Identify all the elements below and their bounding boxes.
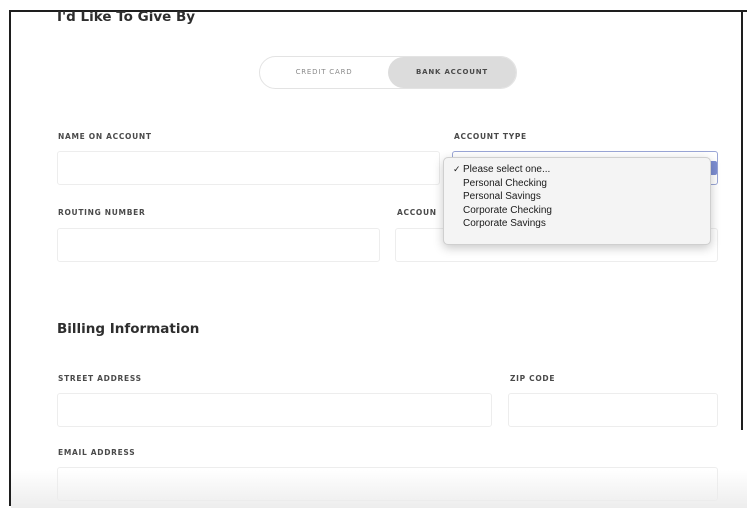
email-address-label: EMAIL ADDRESS [58,448,136,457]
zip-code-label: ZIP CODE [510,374,556,383]
dropdown-option-label: Corporate Savings [463,218,546,229]
billing-heading: Billing Information [57,321,200,337]
dropdown-option-label: Please select one... [463,164,551,175]
dropdown-option-label: Personal Savings [463,191,541,202]
dropdown-option[interactable]: Personal Checking [444,177,710,191]
routing-number-input[interactable] [57,228,380,262]
dropdown-option[interactable]: Personal Savings [444,190,710,204]
bank-account-option[interactable]: BANK ACCOUNT [388,57,516,88]
street-address-label: STREET ADDRESS [58,374,142,383]
street-address-input[interactable] [57,393,492,427]
bottom-fade [11,470,747,508]
payment-method-toggle: CREDIT CARD BANK ACCOUNT [259,56,517,89]
give-by-heading: I'd Like To Give By [57,9,196,25]
dropdown-option[interactable]: Corporate Checking [444,204,710,218]
account-number-label: ACCOUN [397,208,437,217]
dropdown-option-label: Corporate Checking [463,204,552,216]
dropdown-option[interactable]: Corporate Savings [444,217,710,231]
credit-card-option[interactable]: CREDIT CARD [260,57,388,88]
checkmark-icon: ✓ [453,164,461,174]
name-on-account-label: NAME ON ACCOUNT [58,132,152,141]
frame-edge [741,10,743,430]
name-on-account-input[interactable] [57,151,440,185]
dropdown-option[interactable]: ✓ Please select one... [444,163,710,177]
dropdown-option-label: Personal Checking [463,177,547,189]
routing-number-label: ROUTING NUMBER [58,208,146,217]
account-type-dropdown: ✓ Please select one... Personal Checking… [443,157,711,245]
zip-code-input[interactable] [508,393,718,427]
account-type-label: ACCOUNT TYPE [454,132,527,141]
